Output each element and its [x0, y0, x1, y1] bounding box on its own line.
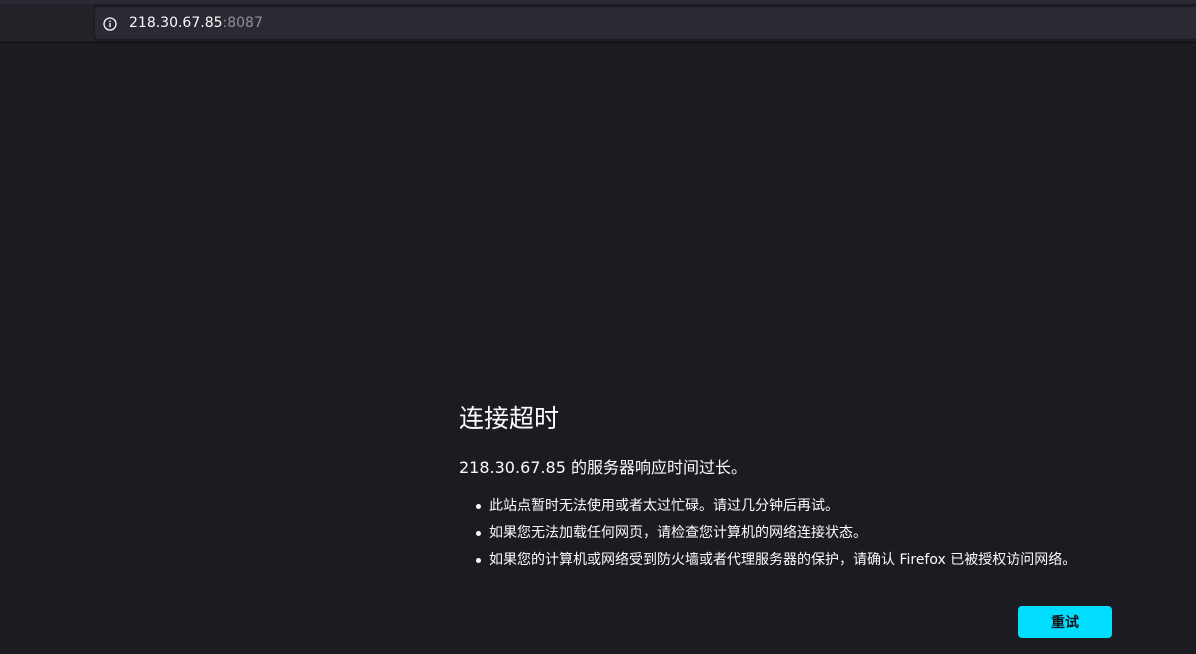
url-host: 218.30.67.85 — [129, 15, 223, 31]
info-icon[interactable] — [103, 16, 117, 31]
error-description: 218.30.67.85 的服务器响应时间过长。 — [459, 458, 747, 477]
retry-button[interactable]: 重试 — [1018, 606, 1112, 638]
url-text[interactable]: 218.30.67.85:8087 — [129, 14, 263, 32]
list-item: 如果您无法加载任何网页，请检查您计算机的网络连接状态。 — [475, 520, 1076, 547]
error-title: 连接超时 — [459, 404, 560, 433]
list-item: 如果您的计算机或网络受到防火墙或者代理服务器的保护，请确认 Firefox 已被… — [475, 547, 1076, 574]
navigation-toolbar: 218.30.67.85:8087 — [0, 4, 1196, 43]
toolbar-left-area — [0, 4, 94, 42]
list-item: 此站点暂时无法使用或者太过忙碌。请过几分钟后再试。 — [475, 493, 1076, 520]
suggestion-list: 此站点暂时无法使用或者太过忙碌。请过几分钟后再试。 如果您无法加载任何网页，请检… — [459, 493, 1076, 574]
address-bar[interactable]: 218.30.67.85:8087 — [95, 7, 1196, 39]
error-page: 连接超时 218.30.67.85 的服务器响应时间过长。 此站点暂时无法使用或… — [0, 43, 1196, 654]
url-port: :8087 — [222, 15, 263, 31]
